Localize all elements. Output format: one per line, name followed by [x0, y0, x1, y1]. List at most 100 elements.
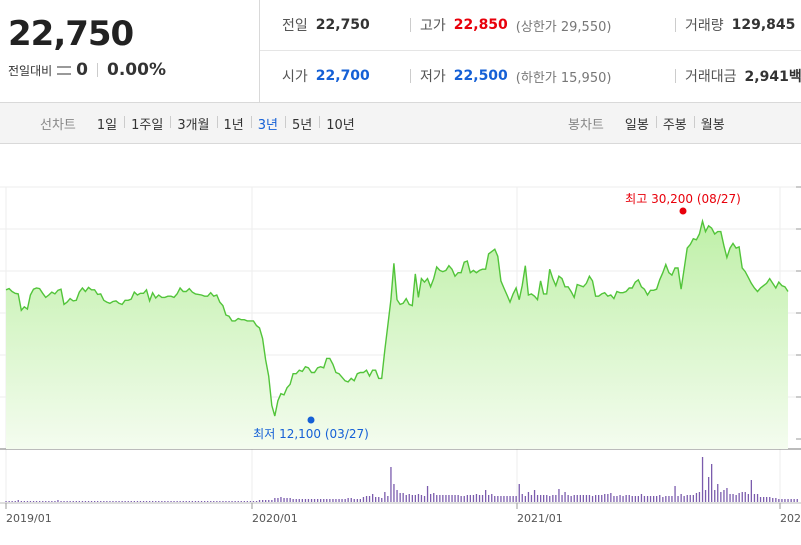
tab-daily[interactable]: 일봉 [618, 114, 656, 133]
volume-bar [197, 501, 200, 502]
tab-monthly[interactable]: 월봉 [693, 114, 732, 133]
volume-bar [475, 494, 478, 502]
volume-bar [243, 501, 245, 502]
volume-bar [338, 499, 340, 502]
volume-bar [57, 500, 59, 502]
volume-bar [530, 495, 533, 502]
volume-bar [313, 499, 316, 502]
tab-3m[interactable]: 3개월 [170, 114, 216, 133]
tab-10y[interactable]: 10년 [319, 114, 362, 133]
volume-bar [469, 495, 471, 502]
volume-bar [775, 498, 777, 502]
tab-5y[interactable]: 5년 [285, 114, 319, 133]
tab-1w[interactable]: 1주일 [124, 114, 170, 133]
volume-bar [100, 501, 102, 502]
volume-bar [543, 495, 545, 502]
volume-bar [585, 495, 588, 502]
volume-bar [738, 493, 740, 502]
volume-bar [717, 484, 719, 502]
volume-bar [188, 501, 190, 502]
volume-bar [231, 501, 233, 502]
max-marker [679, 207, 687, 215]
volume-bar [466, 495, 468, 502]
candle-chart-title: 봉차트 [568, 117, 604, 133]
volume-bar [176, 501, 178, 502]
volume-bar [796, 499, 798, 502]
volume-bar [170, 501, 172, 502]
volume-bar [26, 501, 29, 502]
volume-bar [341, 499, 343, 502]
volume-bar [63, 501, 65, 502]
volume-bar [656, 496, 658, 502]
volume-bar [127, 501, 129, 502]
volume-bar [326, 499, 328, 502]
volume-bar [213, 501, 215, 502]
tab-1d[interactable]: 1일 [90, 114, 124, 133]
price-block: 22,750 전일대비 0 0.00% [0, 0, 260, 102]
candle-chart-tabs: 봉차트 일봉 주봉 월봉 [568, 103, 732, 143]
volume-bar [249, 501, 252, 502]
min-label: 최저 12,100 (03/27) [253, 427, 369, 441]
volume-bar [763, 497, 765, 502]
divider [675, 69, 676, 83]
volume-label: 거래량 [685, 18, 724, 34]
volume-bar [112, 501, 114, 502]
volume-bar [607, 494, 609, 502]
volume-bar [546, 495, 548, 502]
prev-close-value: 22,750 [315, 17, 370, 33]
volume-bar [265, 500, 267, 502]
volume-bar [45, 501, 47, 502]
volume-bar [344, 499, 346, 502]
volume-bar [766, 497, 768, 502]
volume-bar [759, 497, 762, 502]
volume-bar [625, 495, 627, 502]
volume-bar [54, 501, 56, 502]
volume-bar [772, 498, 774, 502]
volume-bar [662, 497, 664, 502]
volume-bar [145, 501, 148, 502]
volume-bar [714, 490, 716, 502]
volume-bar [698, 492, 701, 502]
volume-bar [436, 495, 438, 502]
volume-bar [307, 499, 310, 502]
volume-bar [323, 499, 325, 502]
min-marker [307, 416, 315, 424]
volume-bar [668, 496, 670, 502]
volume-bar [210, 501, 212, 502]
trade-value-cell: 거래대금 2,941백 [685, 51, 801, 101]
volume-bar [8, 501, 10, 502]
volume-bar [240, 501, 242, 502]
volume-bar [158, 501, 160, 502]
volume-bar [674, 486, 676, 502]
volume-bar [582, 495, 584, 502]
volume-bar [576, 495, 578, 502]
volume-bar [372, 494, 374, 502]
volume-bar [106, 501, 108, 502]
volume-bar [595, 495, 597, 502]
volume-bar [136, 501, 139, 502]
volume-bar [87, 501, 90, 502]
volume-bar [619, 495, 621, 502]
volume-bar [219, 501, 221, 502]
volume-bar [451, 495, 453, 502]
max-label: 최고 30,200 (08/27) [625, 192, 741, 206]
volume-bar [149, 501, 151, 502]
volume-bar [756, 494, 759, 502]
volume-bar [750, 480, 752, 502]
volume-bar [561, 495, 563, 502]
volume-bar [521, 494, 523, 502]
volume-bar [182, 501, 184, 502]
volume-bar [527, 492, 530, 502]
volume-bar [191, 501, 193, 502]
volume-bar [481, 495, 484, 502]
volume-bar [292, 499, 294, 502]
volume-bar [268, 500, 270, 502]
tab-3y[interactable]: 3년 [250, 114, 285, 133]
volume-bar [591, 496, 594, 502]
volume-bar [457, 495, 459, 502]
tab-1y[interactable]: 1년 [216, 114, 251, 133]
volume-bar [298, 499, 300, 502]
volume-bar [417, 494, 420, 502]
tab-weekly[interactable]: 주봉 [655, 114, 694, 133]
change-value: 0 [76, 60, 89, 80]
